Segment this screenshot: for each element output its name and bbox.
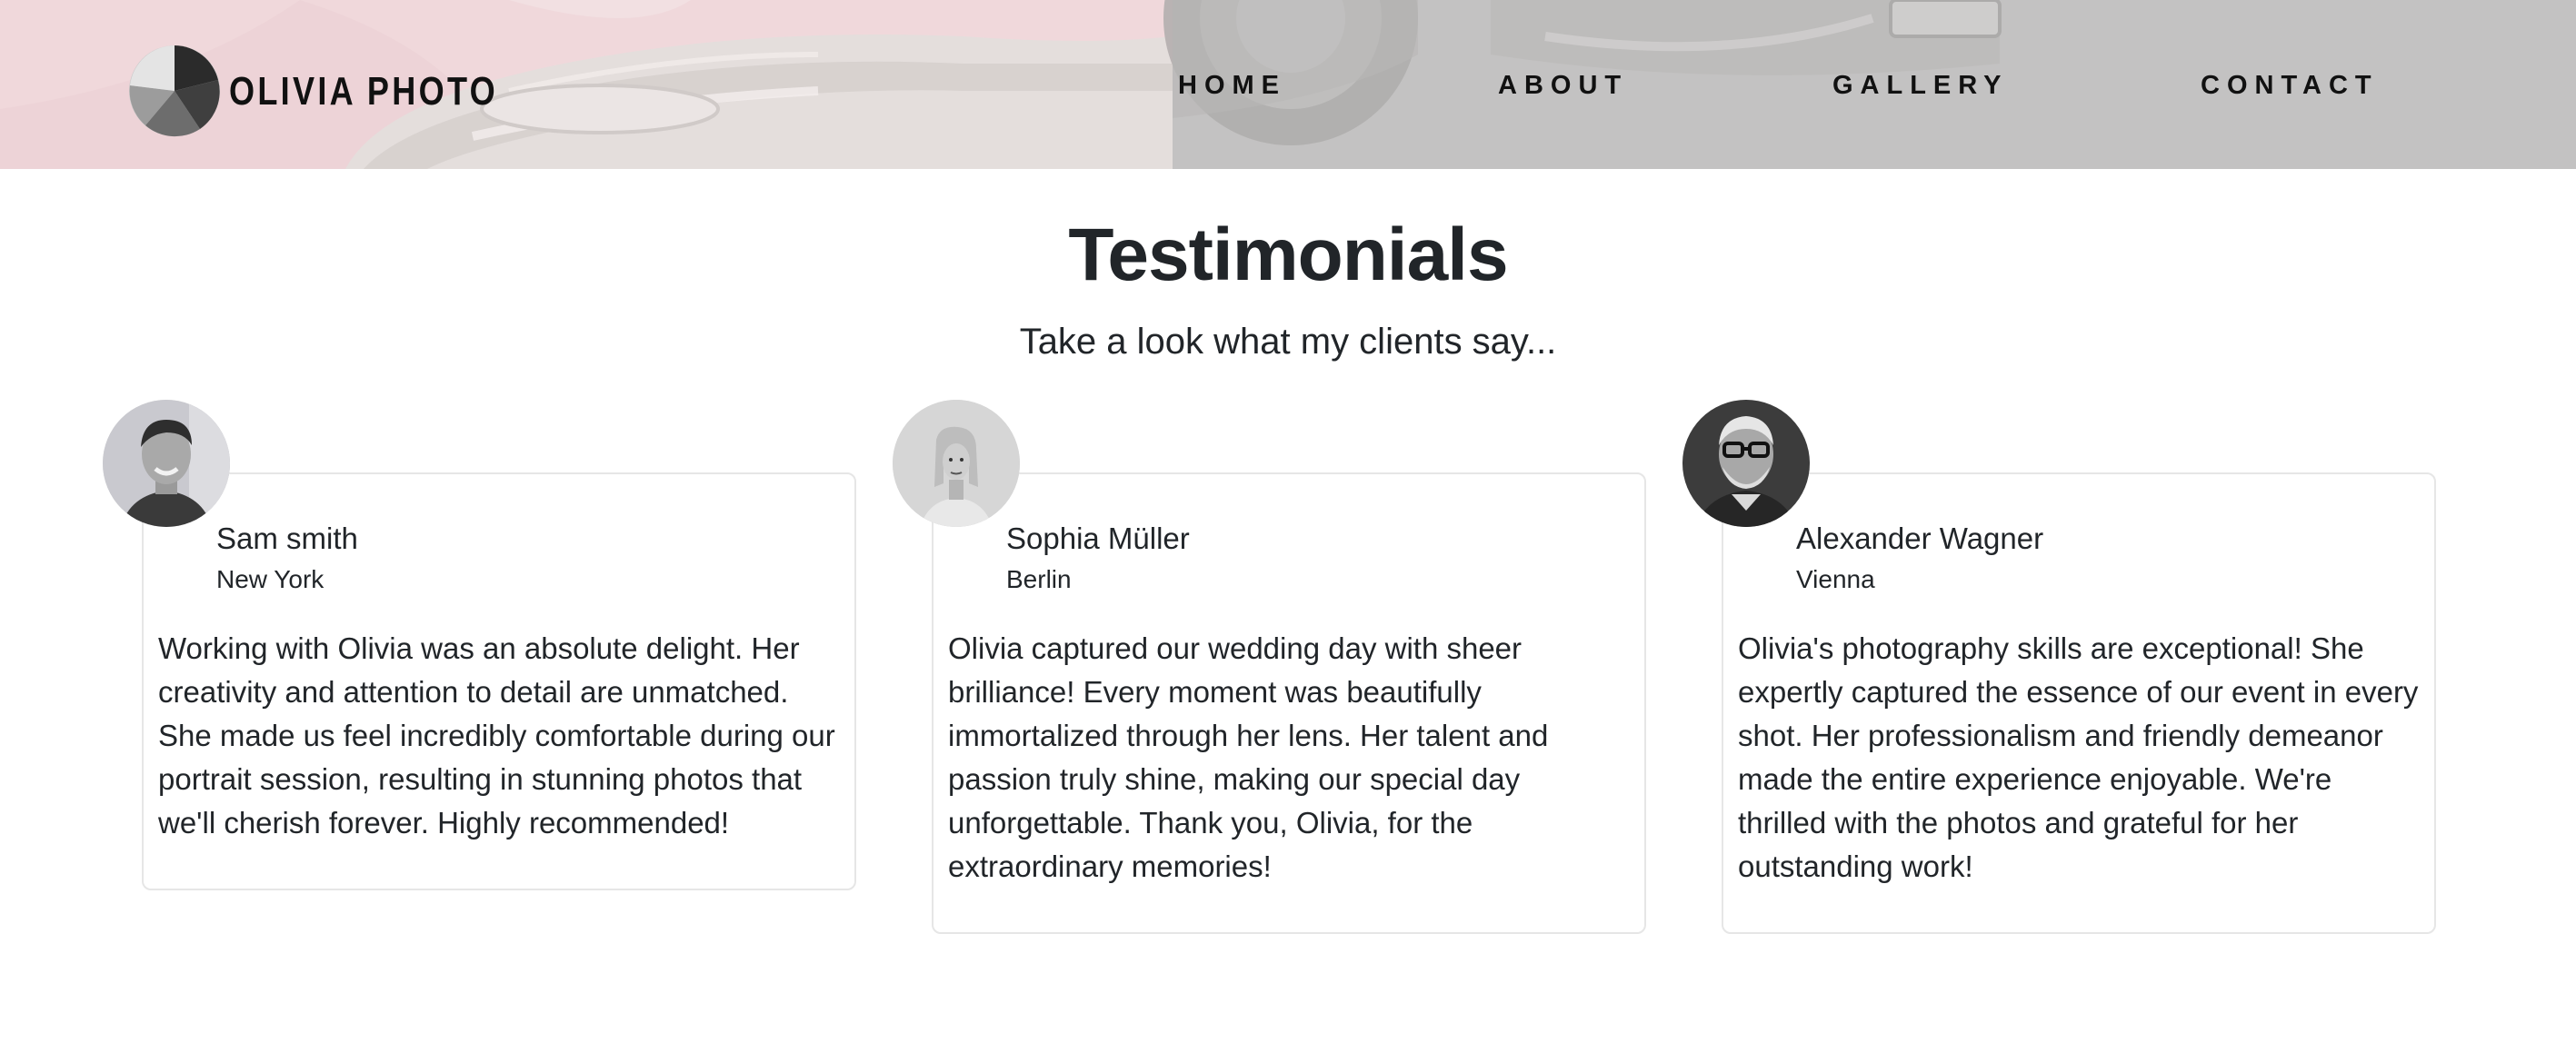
client-name: Sophia Müller bbox=[1006, 522, 1190, 555]
nav-home[interactable]: HOME bbox=[1178, 71, 1286, 101]
client-name: Alexander Wagner bbox=[1796, 522, 2044, 555]
testimonial-quote: Working with Olivia was an absolute deli… bbox=[158, 631, 835, 839]
section-title: Testimonials bbox=[1068, 214, 1508, 296]
testimonial-card: Sam smith New York Working with Olivia w… bbox=[142, 472, 856, 890]
section-subtitle: Take a look what my clients say... bbox=[1019, 322, 1557, 362]
header-banner: OLIVIA PHOTO HOME ABOUT GALLERY CONTACT bbox=[0, 0, 2576, 169]
testimonial-quote: Olivia's photography skills are exceptio… bbox=[1738, 631, 2419, 883]
client-avatar bbox=[1682, 400, 1810, 527]
client-city: Berlin bbox=[1006, 565, 1072, 593]
camera-aperture-logo-icon bbox=[129, 45, 220, 137]
nav-gallery[interactable]: GALLERY bbox=[1832, 71, 2008, 101]
client-avatar bbox=[103, 400, 230, 527]
client-avatar bbox=[893, 400, 1020, 527]
client-city: Vienna bbox=[1796, 565, 1875, 593]
nav-about[interactable]: ABOUT bbox=[1498, 71, 1628, 101]
testimonial-card: Sophia Müller Berlin Olivia captured our… bbox=[932, 472, 1646, 934]
client-name: Sam smith bbox=[216, 522, 358, 555]
client-city: New York bbox=[216, 565, 324, 593]
testimonial-card: Alexander Wagner Vienna Olivia's photogr… bbox=[1722, 472, 2436, 934]
testimonial-quote: Olivia captured our wedding day with she… bbox=[948, 631, 1549, 883]
nav-contact[interactable]: CONTACT bbox=[2201, 71, 2379, 101]
brand-logo[interactable]: OLIVIA PHOTO bbox=[127, 44, 557, 138]
brand-name: OLIVIA PHOTO bbox=[229, 69, 498, 114]
